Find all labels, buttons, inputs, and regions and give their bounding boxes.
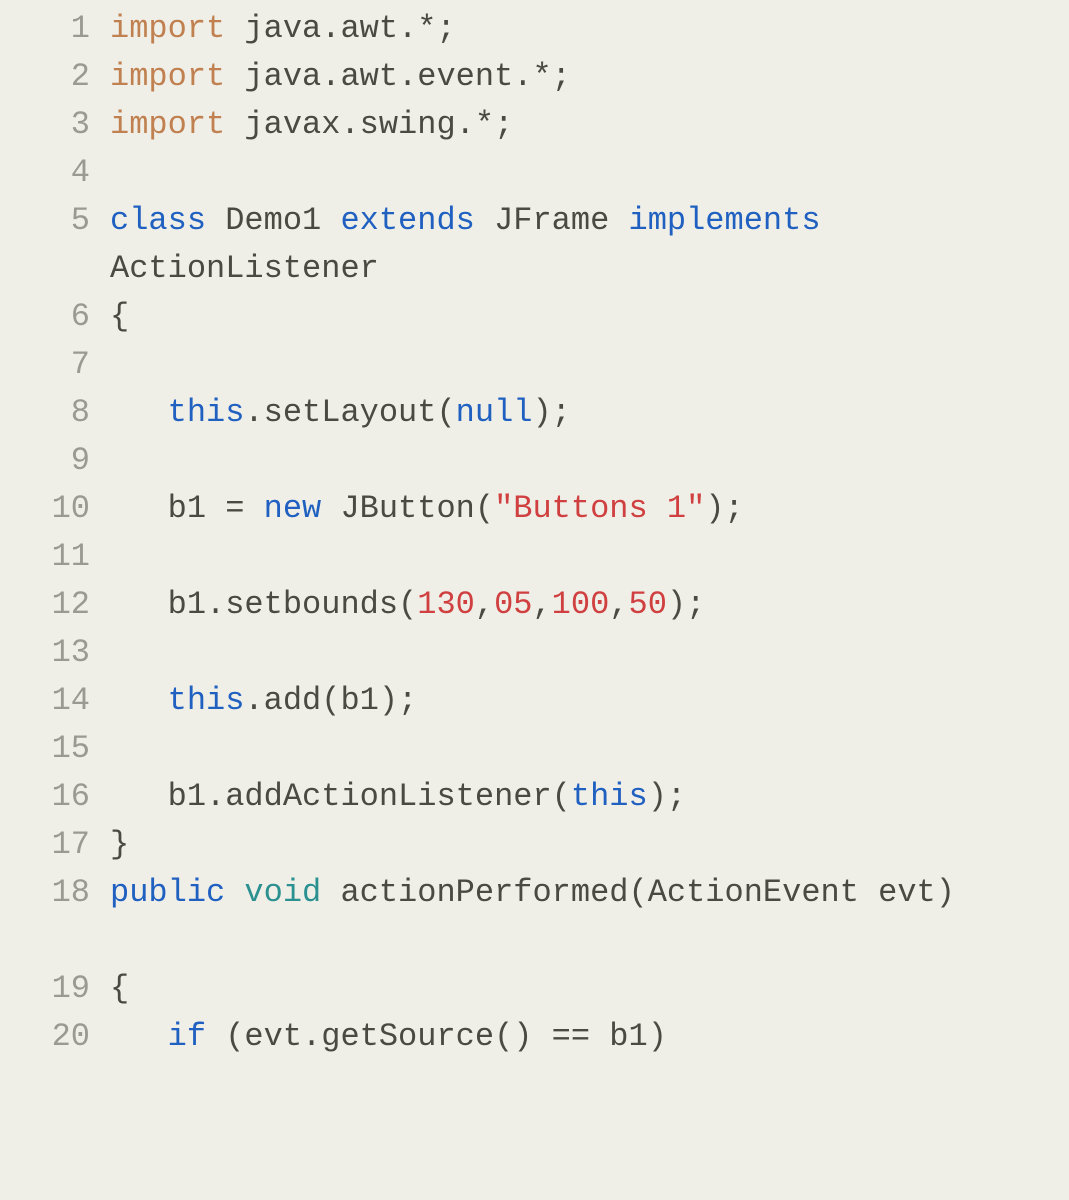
line-number: 14: [0, 677, 90, 725]
token-txt: ,: [609, 586, 628, 623]
line-number: 12: [0, 581, 90, 629]
line-number: 2: [0, 53, 90, 101]
line-number: 15: [0, 725, 90, 773]
token-kw-blue: this: [168, 682, 245, 719]
token-txt: {: [110, 298, 129, 335]
code-editor: 1234567891011121314151617181920 import j…: [0, 0, 1069, 1066]
token-txt: [110, 682, 168, 719]
token-kw: import: [110, 106, 225, 143]
token-txt: [110, 1018, 168, 1055]
token-txt: (evt.getSource() == b1): [206, 1018, 667, 1055]
token-txt: JFrame: [475, 202, 629, 239]
code-line[interactable]: this.add(b1);: [110, 677, 1059, 725]
token-bool: null: [456, 394, 533, 431]
token-kw-blue: public: [110, 874, 225, 911]
token-type: void: [244, 874, 321, 911]
line-number: 16: [0, 773, 90, 821]
token-txt: b1.addActionListener(: [110, 778, 571, 815]
token-kw-blue: this: [571, 778, 648, 815]
code-line[interactable]: [110, 341, 1059, 389]
token-kw: import: [110, 58, 225, 95]
token-txt: [225, 874, 244, 911]
code-line[interactable]: [110, 149, 1059, 197]
line-number: 10: [0, 485, 90, 533]
token-num: 05: [494, 586, 532, 623]
line-number: 9: [0, 437, 90, 485]
token-kw-blue: class: [110, 202, 206, 239]
line-number: 6: [0, 293, 90, 341]
token-kw: import: [110, 10, 225, 47]
token-txt: b1.setbounds(: [110, 586, 417, 623]
token-num: 100: [552, 586, 610, 623]
line-number: 8: [0, 389, 90, 437]
token-kw-blue: this: [168, 394, 245, 431]
token-kw-blue: new: [264, 490, 322, 527]
code-line[interactable]: class Demo1 extends JFrame implements Ac…: [110, 197, 1059, 293]
token-txt: b1 =: [110, 490, 264, 527]
code-line[interactable]: import java.awt.event.*;: [110, 53, 1059, 101]
token-num: 130: [417, 586, 475, 623]
line-number-gutter: 1234567891011121314151617181920: [0, 5, 110, 1061]
line-number: 17: [0, 821, 90, 869]
code-line[interactable]: }: [110, 821, 1059, 869]
code-line[interactable]: b1 = new JButton("Buttons 1");: [110, 485, 1059, 533]
token-txt: );: [648, 778, 686, 815]
line-number: 1: [0, 5, 90, 53]
token-txt: );: [705, 490, 743, 527]
token-txt: [110, 394, 168, 431]
line-number: 20: [0, 1013, 90, 1061]
code-line[interactable]: {: [110, 293, 1059, 341]
code-content[interactable]: import java.awt.*;import java.awt.event.…: [110, 5, 1069, 1061]
line-number: 5: [0, 197, 90, 293]
line-number: 19: [0, 965, 90, 1013]
token-txt: );: [532, 394, 570, 431]
code-line[interactable]: {: [110, 965, 1059, 1013]
line-number: 4: [0, 149, 90, 197]
token-num: 50: [628, 586, 666, 623]
code-line[interactable]: import java.awt.*;: [110, 5, 1059, 53]
token-kw-blue: implements: [628, 202, 820, 239]
token-txt: ,: [475, 586, 494, 623]
token-txt: }: [110, 826, 129, 863]
token-txt: actionPerformed(ActionEvent evt): [321, 874, 955, 911]
token-txt: );: [667, 586, 705, 623]
code-line[interactable]: [110, 437, 1059, 485]
token-txt: java.awt.event.*;: [225, 58, 571, 95]
token-txt: javax.swing.*;: [225, 106, 513, 143]
token-txt: java.awt.*;: [225, 10, 455, 47]
code-line[interactable]: [110, 629, 1059, 677]
token-txt: .setLayout(: [244, 394, 455, 431]
code-line[interactable]: import javax.swing.*;: [110, 101, 1059, 149]
code-line[interactable]: public void actionPerformed(ActionEvent …: [110, 869, 1059, 965]
code-line[interactable]: b1.setbounds(130,05,100,50);: [110, 581, 1059, 629]
line-number: 11: [0, 533, 90, 581]
line-number: 7: [0, 341, 90, 389]
token-txt: JButton(: [321, 490, 494, 527]
token-txt: Demo1: [206, 202, 340, 239]
token-txt: ,: [532, 586, 551, 623]
line-number: 3: [0, 101, 90, 149]
line-number: 13: [0, 629, 90, 677]
code-line[interactable]: this.setLayout(null);: [110, 389, 1059, 437]
code-line[interactable]: b1.addActionListener(this);: [110, 773, 1059, 821]
token-txt: {: [110, 970, 129, 1007]
token-kw-blue: if: [168, 1018, 206, 1055]
line-number: 18: [0, 869, 90, 965]
code-line[interactable]: [110, 725, 1059, 773]
token-kw-blue: extends: [340, 202, 474, 239]
token-str: "Buttons 1": [494, 490, 705, 527]
code-line[interactable]: [110, 533, 1059, 581]
token-txt: .add(b1);: [244, 682, 417, 719]
code-line[interactable]: if (evt.getSource() == b1): [110, 1013, 1059, 1061]
